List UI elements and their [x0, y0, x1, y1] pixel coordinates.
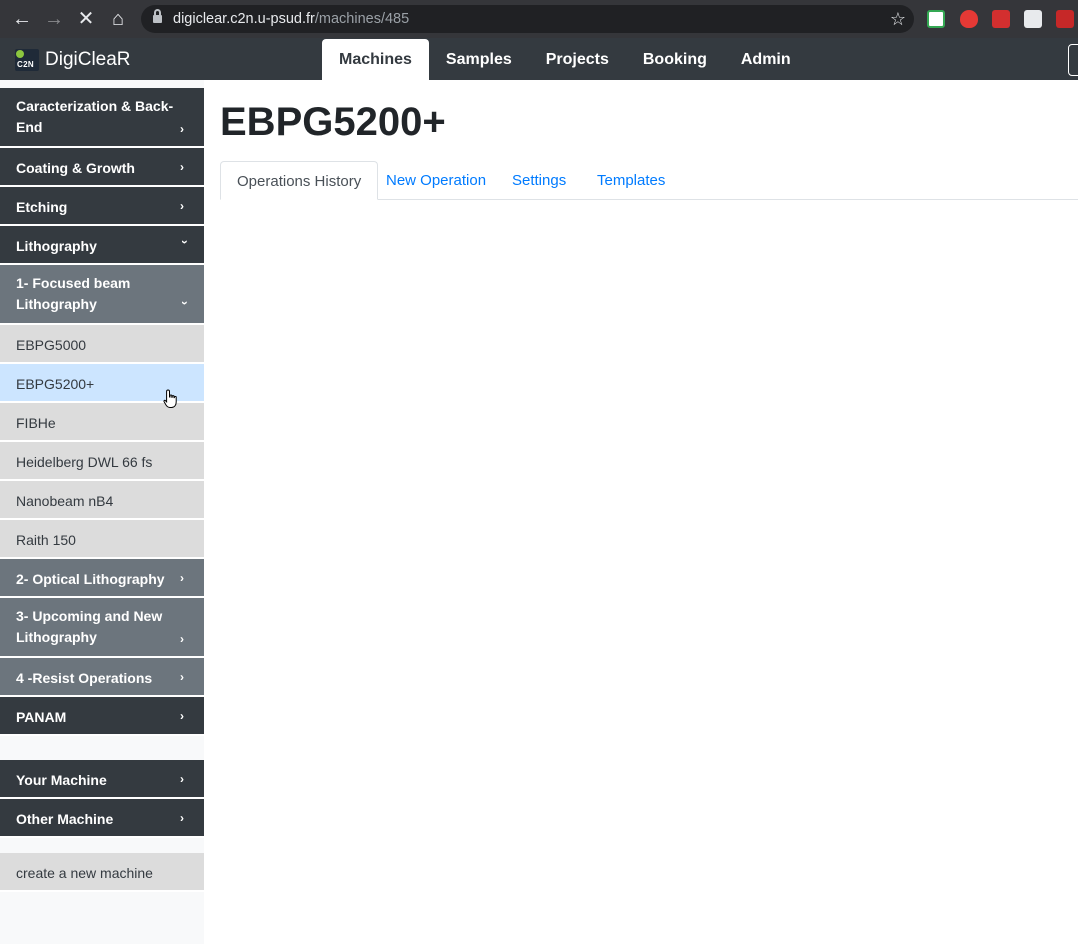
sidebar-category-etching[interactable]: Etching › — [0, 187, 204, 226]
extension-shield-icon[interactable] — [960, 10, 978, 28]
chevron-right-icon: › — [180, 160, 184, 174]
chevron-right-icon: › — [180, 709, 184, 723]
tab-new-operation[interactable]: New Operation — [370, 161, 502, 200]
tab-settings[interactable]: Settings — [496, 161, 582, 200]
chevron-down-icon: › — [178, 240, 192, 244]
sidebar-subcategory-resist[interactable]: 4 -Resist Operations › — [0, 658, 204, 697]
nav-admin[interactable]: Admin — [724, 39, 808, 80]
nav-booking[interactable]: Booking — [626, 39, 724, 80]
sidebar-machine-item[interactable]: Heidelberg DWL 66 fs — [0, 442, 204, 481]
sidebar-machine-item[interactable]: Nanobeam nB4 — [0, 481, 204, 520]
bookmark-star-icon[interactable]: ☆ — [890, 7, 906, 31]
lock-icon — [153, 9, 162, 23]
c2n-logo-icon: C2N — [15, 49, 39, 71]
sidebar-category-lithography[interactable]: Lithography › — [0, 226, 204, 265]
sidebar-category-panam[interactable]: PANAM › — [0, 697, 204, 736]
home-icon[interactable]: ⌂ — [104, 5, 132, 33]
sidebar-other-machine[interactable]: Other Machine › — [0, 799, 204, 838]
chevron-right-icon: › — [180, 571, 184, 585]
chevron-right-icon: › — [180, 122, 184, 136]
machine-sidebar: Caracterization & Back-End › Coating & G… — [0, 80, 204, 944]
sidebar-subcategory-focused-beam[interactable]: 1- Focused beam Lithography › — [0, 265, 204, 325]
back-arrow-icon[interactable]: ← — [8, 5, 36, 33]
chevron-down-icon: › — [178, 301, 192, 305]
url-text: digiclear.c2n.u-psud.fr/machines/485 — [173, 11, 410, 27]
sidebar-machine-item[interactable]: EBPG5000 — [0, 325, 204, 364]
app-navbar: C2N DigiCleaR Machines Samples Projects … — [0, 38, 1078, 80]
sidebar-your-machine[interactable]: Your Machine › — [0, 760, 204, 799]
tab-operations-history[interactable]: Operations History — [220, 161, 379, 200]
chevron-right-icon: › — [180, 772, 184, 786]
create-new-machine-button[interactable]: create a new machine — [0, 853, 204, 892]
page-title: EBPG5200+ — [220, 100, 446, 144]
extension-chart-icon[interactable] — [1056, 10, 1074, 28]
chevron-right-icon: › — [180, 199, 184, 213]
sidebar-category-coating[interactable]: Coating & Growth › — [0, 148, 204, 187]
nav-samples[interactable]: Samples — [429, 39, 529, 80]
chevron-right-icon: › — [180, 811, 184, 825]
brand-name: DigiCleaR — [45, 49, 131, 70]
nav-projects[interactable]: Projects — [529, 39, 626, 80]
chevron-right-icon: › — [180, 670, 184, 684]
chevron-right-icon: › — [180, 632, 184, 646]
sidebar-category-caracterization[interactable]: Caracterization & Back-End › — [0, 88, 204, 148]
sidebar-subcategory-optical[interactable]: 2- Optical Lithography › — [0, 559, 204, 598]
machine-tabs: Operations History New Operation Setting… — [220, 161, 1078, 200]
extension-wand-icon[interactable] — [992, 10, 1010, 28]
extension-google-icon[interactable] — [927, 10, 945, 28]
address-bar[interactable]: digiclear.c2n.u-psud.fr/machines/485 ☆ — [141, 5, 914, 33]
main-nav: Machines Samples Projects Booking Admin — [322, 39, 808, 80]
nav-machines[interactable]: Machines — [322, 39, 429, 80]
sidebar-machine-item[interactable]: Raith 150 — [0, 520, 204, 559]
forward-arrow-icon[interactable]: → — [40, 5, 68, 33]
stop-loading-icon[interactable]: ✕ — [72, 5, 100, 33]
extension-reader-icon[interactable] — [1024, 10, 1042, 28]
user-menu-button[interactable] — [1068, 44, 1078, 76]
tab-templates[interactable]: Templates — [581, 161, 681, 200]
sidebar-subcategory-upcoming[interactable]: 3- Upcoming and New Lithography › — [0, 598, 204, 658]
hand-cursor-icon — [163, 389, 177, 408]
browser-toolbar: ← → ✕ ⌂ digiclear.c2n.u-psud.fr/machines… — [0, 0, 1078, 38]
